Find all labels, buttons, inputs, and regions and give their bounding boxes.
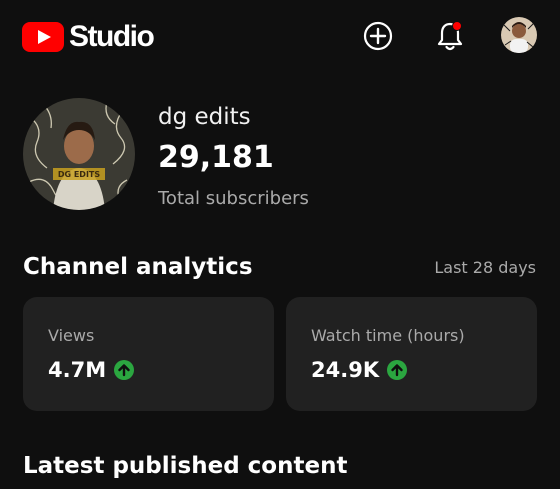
analytics-period[interactable]: Last 28 days (434, 258, 536, 277)
notification-dot (452, 21, 462, 31)
subscriber-label: Total subscribers (158, 188, 309, 209)
watch-time-label: Watch time (hours) (311, 326, 465, 345)
account-avatar-image (501, 17, 537, 53)
watch-time-row: 24.9K (311, 358, 408, 382)
views-label: Views (48, 326, 95, 345)
logo-text: Studio (69, 20, 155, 53)
analytics-heading: Channel analytics (23, 254, 253, 280)
views-card[interactable]: Views 4.7M (23, 297, 274, 411)
channel-avatar-logo-text: DG EDITS (58, 170, 101, 179)
notifications-button[interactable] (432, 18, 468, 54)
channel-avatar-image: DG EDITS (23, 98, 135, 210)
channel-name: dg edits (158, 104, 251, 130)
views-row: 4.7M (48, 358, 135, 382)
account-avatar[interactable] (501, 17, 537, 53)
latest-content-heading: Latest published content (23, 453, 348, 479)
youtube-play-icon (22, 22, 64, 52)
studio-logo[interactable]: Studio (22, 20, 155, 54)
views-value: 4.7M (48, 358, 107, 382)
top-app-bar: Studio (0, 0, 560, 72)
create-button[interactable] (360, 18, 396, 54)
trend-up-icon (114, 360, 135, 380)
watch-time-value: 24.9K (311, 358, 380, 382)
subscriber-count: 29,181 (158, 140, 274, 175)
watch-time-card[interactable]: Watch time (hours) 24.9K (286, 297, 537, 411)
create-icon (363, 21, 393, 51)
channel-avatar[interactable]: DG EDITS (23, 98, 135, 210)
trend-up-icon (387, 360, 408, 380)
